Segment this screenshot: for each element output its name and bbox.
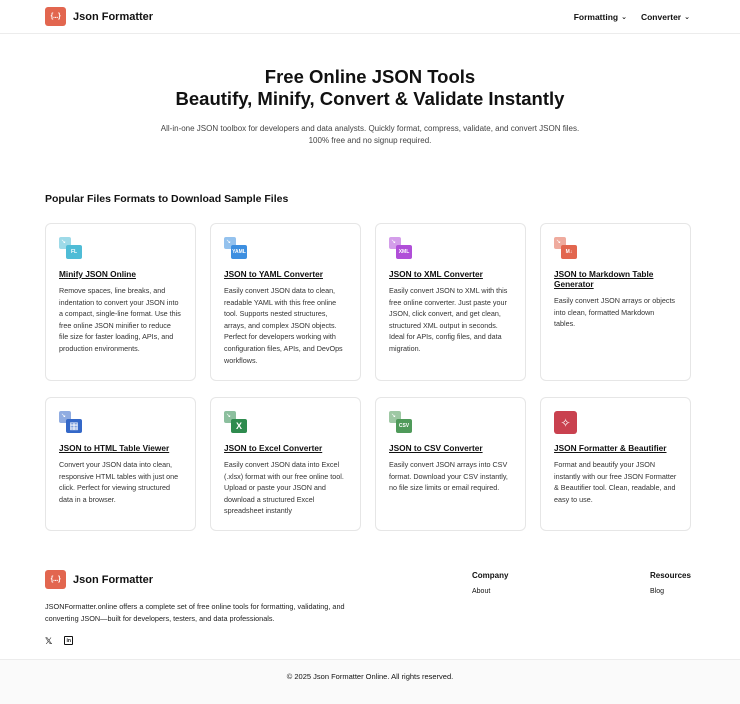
csv-icon-badge: CSV xyxy=(396,419,412,433)
footer-brand[interactable]: {...} Json Formatter xyxy=(45,570,153,589)
tool-card-description: Easily convert JSON to XML with this fre… xyxy=(389,286,508,353)
brand-logo-icon: {...} xyxy=(45,7,66,26)
nav-converter-dropdown[interactable]: Converter ⌄ xyxy=(641,12,690,22)
nav-converter-label: Converter xyxy=(640,12,682,22)
copyright-bar: © 2025 Json Formatter Online. All rights… xyxy=(0,659,740,704)
tool-card-json-formatter[interactable]: ✧ JSON Formatter & Beautifier Format and… xyxy=(540,397,691,531)
footer-description: JSONFormatter.online offers a complete s… xyxy=(45,602,345,623)
footer-logo-icon: {...} xyxy=(45,570,66,589)
footer-company-column: Company About xyxy=(472,571,508,595)
nav-formatting-label: Formatting xyxy=(573,12,619,22)
tools-grid: ↘ FL Minify JSON Online Remove spaces, l… xyxy=(45,223,691,531)
markdown-icon-badge: M↓ xyxy=(561,245,577,259)
tool-card-title[interactable]: Minify JSON Online xyxy=(59,269,182,279)
markdown-icon: ↘ M↓ xyxy=(554,237,578,261)
csv-icon: ↘ CSV xyxy=(389,411,413,435)
footer-about-link[interactable]: About xyxy=(472,588,508,595)
tool-card-title[interactable]: JSON to XML Converter xyxy=(389,269,512,279)
tool-card-description: Easily convert JSON arrays into CSV form… xyxy=(389,460,508,493)
nav-formatting-dropdown[interactable]: Formatting ⌄ xyxy=(574,12,627,22)
hero-title-line1: Free Online JSON Tools xyxy=(264,66,476,87)
footer-brand-name: Json Formatter xyxy=(73,573,154,586)
tool-card-json-to-html[interactable]: ↘ ▦ JSON to HTML Table Viewer Convert yo… xyxy=(45,397,196,531)
footer-blog-link[interactable]: Blog xyxy=(650,588,691,595)
tool-card-title[interactable]: JSON Formatter & Beautifier xyxy=(554,443,677,453)
xml-icon: ↘ XML xyxy=(389,237,413,261)
tool-card-json-to-csv[interactable]: ↘ CSV JSON to CSV Converter Easily conve… xyxy=(375,397,526,531)
xml-icon-badge: XML xyxy=(396,245,412,259)
social-links: 𝕏 in xyxy=(45,636,74,647)
tool-card-description: Remove spaces, line breaks, and indentat… xyxy=(59,286,181,353)
minify-icon-badge: FL xyxy=(66,245,82,259)
tool-card-description: Easily convert JSON data to clean, reada… xyxy=(224,286,343,365)
tool-card-description: Format and beautify your JSON instantly … xyxy=(554,460,677,504)
formatter-icon-badge: ✧ xyxy=(554,411,577,434)
tool-card-description: Convert your JSON data into clean, respo… xyxy=(59,460,179,504)
minify-icon: ↘ FL xyxy=(59,237,83,261)
hero-title-line2: Beautify, Minify, Convert & Validate Ins… xyxy=(175,88,565,109)
tool-card-title[interactable]: JSON to YAML Converter xyxy=(224,269,347,279)
hero-title: Free Online JSON Tools Beautify, Minify,… xyxy=(0,34,740,110)
tool-card-json-to-excel[interactable]: ↘ X JSON to Excel Converter Easily conve… xyxy=(210,397,361,531)
yaml-icon: ↘ YAML xyxy=(224,237,248,261)
formatter-icon: ✧ xyxy=(554,411,578,435)
chevron-down-icon: ⌄ xyxy=(684,14,690,21)
html-table-icon-badge: ▦ xyxy=(66,419,82,433)
yaml-icon-badge: YAML xyxy=(231,245,247,259)
tool-card-title[interactable]: JSON to HTML Table Viewer xyxy=(59,443,182,453)
tool-card-json-to-markdown[interactable]: ↘ M↓ JSON to Markdown Table Generator Ea… xyxy=(540,223,691,381)
excel-icon-badge: X xyxy=(231,419,247,433)
tool-card-title[interactable]: JSON to Markdown Table Generator xyxy=(554,269,677,289)
copyright-text: © 2025 Json Formatter Online. All rights… xyxy=(286,672,454,681)
html-table-icon: ↘ ▦ xyxy=(59,411,83,435)
nav-menu: Formatting ⌄ Converter ⌄ xyxy=(574,12,690,22)
x-twitter-icon[interactable]: 𝕏 xyxy=(45,636,52,647)
chevron-down-icon: ⌄ xyxy=(621,14,627,21)
tool-card-description: Easily convert JSON data into Excel (.xl… xyxy=(224,460,344,516)
hero-subtitle: All-in-one JSON toolbox for developers a… xyxy=(0,123,740,147)
tool-card-json-to-xml[interactable]: ↘ XML JSON to XML Converter Easily conve… xyxy=(375,223,526,381)
footer-resources-heading: Resources xyxy=(650,571,691,580)
tool-card-description: Easily convert JSON arrays or objects in… xyxy=(554,296,676,329)
footer-company-heading: Company xyxy=(472,571,509,580)
linkedin-icon[interactable]: in xyxy=(64,636,74,645)
section-title: Popular Files Formats to Download Sample… xyxy=(45,193,289,205)
footer-resources-column: Resources Blog xyxy=(650,571,691,595)
tool-card-minify[interactable]: ↘ FL Minify JSON Online Remove spaces, l… xyxy=(45,223,196,381)
brand-logo-link[interactable]: {...} Json Formatter xyxy=(45,7,153,26)
hero-section: Free Online JSON Tools Beautify, Minify,… xyxy=(0,34,740,147)
hero-subtitle-line2: 100% free and no signup required. xyxy=(308,136,432,145)
excel-icon: ↘ X xyxy=(224,411,248,435)
brand-name: Json Formatter xyxy=(73,10,154,23)
top-navbar: {...} Json Formatter Formatting ⌄ Conver… xyxy=(0,0,740,34)
tool-card-title[interactable]: JSON to CSV Converter xyxy=(389,443,512,453)
tool-card-title[interactable]: JSON to Excel Converter xyxy=(224,443,347,453)
tool-card-json-to-yaml[interactable]: ↘ YAML JSON to YAML Converter Easily con… xyxy=(210,223,361,381)
hero-subtitle-line1: All-in-one JSON toolbox for developers a… xyxy=(160,124,580,133)
